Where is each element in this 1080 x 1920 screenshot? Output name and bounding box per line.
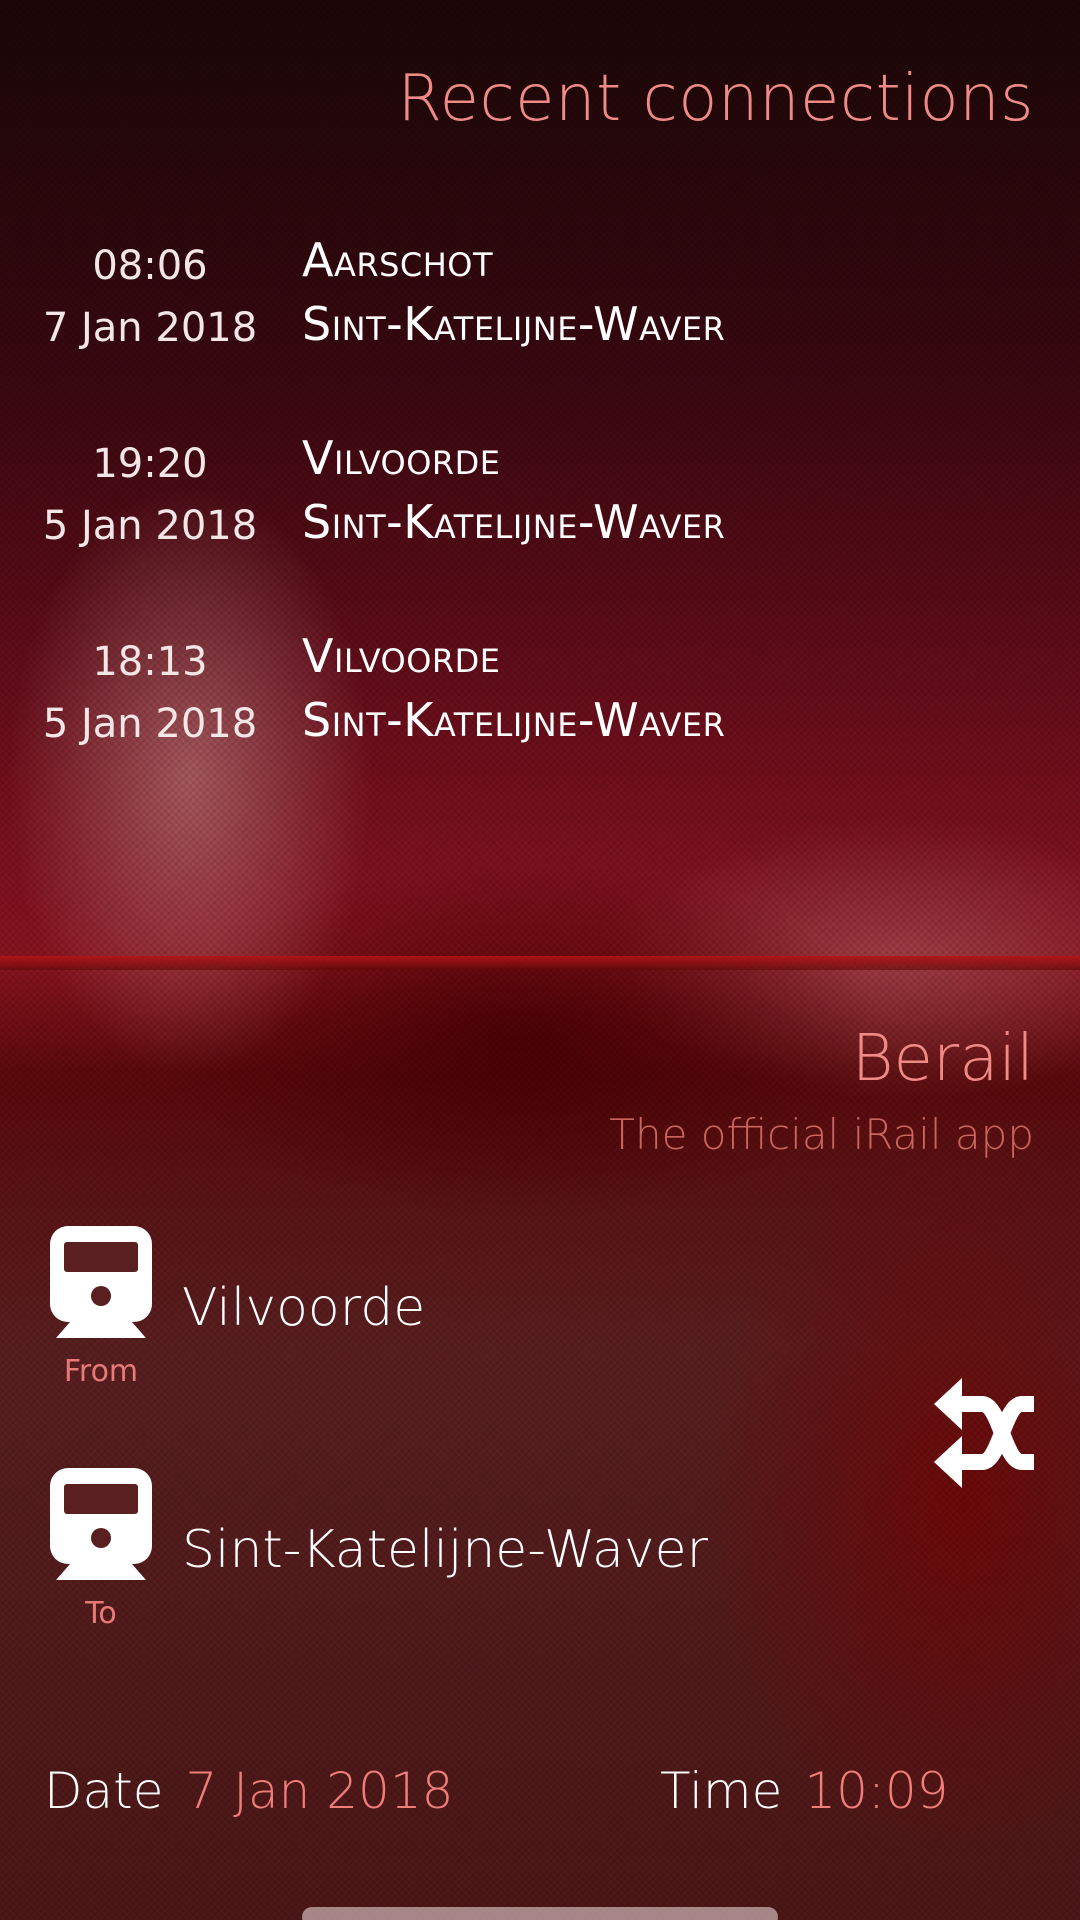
date-label: Date	[44, 1762, 164, 1820]
recent-date: 5 Jan 2018	[42, 701, 258, 747]
recent-from-station: Aarschot	[302, 233, 494, 287]
recent-time: 18:13	[92, 639, 208, 685]
to-station-field[interactable]: To Sint-Katelijne-Waver	[0, 1462, 900, 1632]
time-value: 10:09	[804, 1762, 949, 1820]
recent-to-station: Sint-Katelijne-Waver	[302, 297, 726, 351]
recent-date: 7 Jan 2018	[42, 305, 258, 351]
recent-time: 19:20	[92, 441, 208, 487]
pulley-menu-divider	[0, 956, 1080, 970]
train-icon	[50, 1468, 152, 1580]
recent-time: 08:06	[92, 243, 208, 289]
recent-connection-item[interactable]: 08:06 7 Jan 2018 Aarschot Sint-Katelijne…	[0, 225, 1080, 423]
app-title: Berail	[851, 1022, 1034, 1096]
from-station-field[interactable]: From Vilvoorde	[0, 1220, 900, 1390]
recent-to-station: Sint-Katelijne-Waver	[302, 693, 726, 747]
date-picker[interactable]: Date 7 Jan 2018	[44, 1762, 453, 1820]
recent-to-station: Sint-Katelijne-Waver	[302, 495, 726, 549]
bottom-drawer-handle[interactable]	[302, 1907, 778, 1920]
time-label: Time	[660, 1762, 783, 1820]
to-caption: To	[85, 1596, 117, 1631]
date-value: 7 Jan 2018	[185, 1762, 454, 1820]
recent-from-station: Vilvoorde	[302, 629, 501, 683]
shuffle-icon[interactable]	[930, 1378, 1050, 1488]
to-station-name: Sint-Katelijne-Waver	[182, 1520, 709, 1580]
recent-from-station: Vilvoorde	[302, 431, 501, 485]
from-station-name: Vilvoorde	[182, 1278, 426, 1338]
from-caption: From	[63, 1354, 139, 1389]
recent-connection-item[interactable]: 18:13 5 Jan 2018 Vilvoorde Sint-Katelijn…	[0, 621, 1080, 819]
page-title: Recent connections	[397, 62, 1034, 136]
recent-connection-item[interactable]: 19:20 5 Jan 2018 Vilvoorde Sint-Katelijn…	[0, 423, 1080, 621]
recent-date: 5 Jan 2018	[42, 503, 258, 549]
time-picker[interactable]: Time 10:09	[660, 1762, 948, 1820]
recent-connections-list: 08:06 7 Jan 2018 Aarschot Sint-Katelijne…	[0, 225, 1080, 819]
app-subtitle: The official iRail app	[609, 1110, 1034, 1159]
train-icon	[50, 1226, 152, 1338]
